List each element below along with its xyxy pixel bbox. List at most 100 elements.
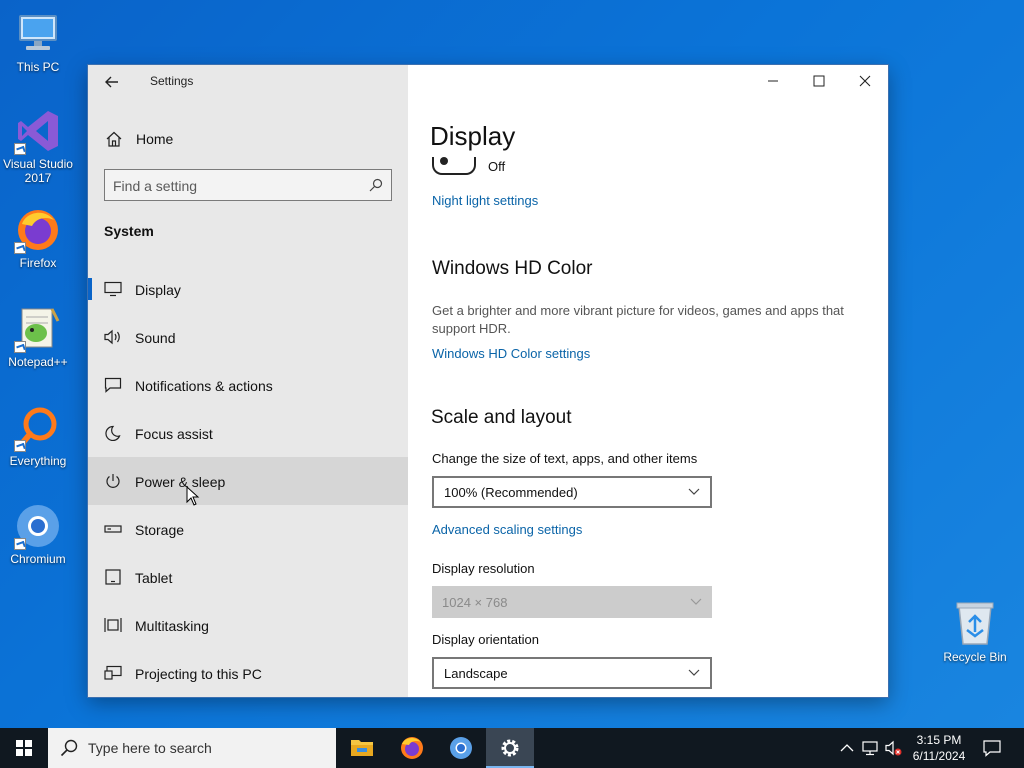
resolution-dropdown[interactable]: 1024 × 768	[432, 586, 712, 618]
scale-label: Change the size of text, apps, and other…	[432, 451, 698, 466]
search-icon[interactable]	[369, 178, 383, 192]
clock-date: 6/11/2024	[912, 749, 966, 763]
recycle-bin-icon	[953, 600, 997, 646]
sidebar-item-multitasking[interactable]: Multitasking	[88, 601, 408, 649]
monitor-icon	[104, 281, 122, 297]
desktop-icon-label: Chromium	[10, 552, 66, 566]
network-icon[interactable]	[861, 739, 879, 757]
storage-icon	[104, 525, 122, 533]
tablet-icon	[105, 569, 121, 585]
find-setting-input[interactable]	[113, 176, 363, 196]
sidebar-item-label: Notifications & actions	[135, 378, 273, 394]
taskbar-chromium[interactable]	[437, 728, 485, 768]
taskbar: Type here to search 3:15 PM 6/11/2024	[0, 728, 1024, 768]
desktop-icon-label: Notepad++	[8, 355, 68, 369]
taskbar-settings[interactable]	[486, 728, 534, 768]
sidebar-item-storage[interactable]: Storage	[88, 505, 408, 553]
home-icon	[106, 131, 122, 147]
settings-window: Settings Home System Display	[88, 65, 888, 697]
projector-icon	[104, 665, 122, 680]
desktop-icon-label: Visual Studio 2017	[3, 157, 73, 185]
resolution-label: Display resolution	[432, 561, 535, 576]
taskbar-firefox[interactable]	[388, 728, 436, 768]
windows-logo-icon	[16, 740, 32, 756]
sidebar-item-label: Multitasking	[135, 618, 209, 634]
notification-center-icon[interactable]	[982, 738, 1002, 758]
sidebar-item-display[interactable]: Display	[88, 265, 408, 313]
minimize-button[interactable]	[750, 65, 796, 97]
shortcut-arrow-icon	[14, 538, 26, 550]
sidebar-item-projecting[interactable]: Projecting to this PC	[88, 649, 408, 697]
desktop-icon-this-pc[interactable]: This PC	[0, 10, 76, 74]
shortcut-arrow-icon	[14, 143, 26, 155]
night-light-settings-link[interactable]: Night light settings	[432, 193, 538, 208]
firefox-icon	[14, 206, 62, 254]
taskbar-search[interactable]: Type here to search	[48, 728, 336, 768]
window-title: Settings	[150, 74, 194, 88]
desktop-icon-firefox[interactable]: Firefox	[0, 206, 76, 270]
page-title: Display	[430, 121, 516, 151]
chevron-up-icon[interactable]	[838, 739, 856, 757]
system-clock[interactable]: 3:15 PM 6/11/2024	[904, 732, 974, 764]
orientation-dropdown[interactable]: Landscape	[432, 657, 712, 689]
folder-icon	[351, 740, 373, 756]
arrow-left-icon	[105, 76, 118, 88]
desktop-icon-label: Firefox	[19, 256, 57, 270]
sidebar-item-sound[interactable]: Sound	[88, 313, 408, 361]
desktop-icon-label: This PC	[16, 60, 60, 74]
sidebar-nav: Display Sound Notifications & actions Fo…	[88, 265, 408, 697]
sidebar-item-label: Storage	[135, 522, 185, 538]
sidebar-item-notifications[interactable]: Notifications & actions	[88, 361, 408, 409]
sidebar: Settings Home System Display	[88, 65, 408, 697]
sidebar-item-power-sleep[interactable]: Power & sleep	[88, 457, 408, 505]
shortcut-arrow-icon	[14, 242, 26, 254]
scale-value: 100% (Recommended)	[444, 485, 578, 500]
taskbar-file-explorer[interactable]	[338, 728, 386, 768]
taskbar-search-placeholder: Type here to search	[88, 740, 212, 756]
volume-muted-icon[interactable]	[884, 739, 902, 757]
sidebar-item-label: Home	[136, 131, 174, 147]
shortcut-arrow-icon	[14, 440, 26, 452]
sidebar-item-label: Projecting to this PC	[135, 666, 262, 682]
power-icon	[106, 474, 120, 488]
close-button[interactable]	[842, 65, 888, 97]
desktop-icon-label: Everything	[9, 454, 67, 468]
notepadpp-icon	[14, 305, 62, 353]
desktop-icon-notepadpp[interactable]: Notepad++	[0, 305, 76, 369]
title-bar: Settings	[88, 65, 408, 99]
mouse-cursor-icon	[186, 486, 200, 506]
content-pane: Display Off Night light settings Windows…	[408, 65, 888, 697]
start-button[interactable]	[0, 728, 48, 768]
sidebar-item-home[interactable]: Home	[104, 127, 394, 151]
scale-layout-heading: Scale and layout	[431, 407, 572, 428]
maximize-icon	[813, 75, 825, 87]
desktop-icon-chromium[interactable]: Chromium	[0, 502, 76, 566]
night-light-state: Off	[488, 159, 506, 174]
hd-color-settings-link[interactable]: Windows HD Color settings	[432, 346, 590, 361]
sidebar-item-label: Sound	[135, 330, 176, 346]
multitask-icon	[104, 618, 122, 632]
resolution-value: 1024 × 768	[442, 595, 508, 610]
firefox-icon	[401, 737, 423, 759]
advanced-scaling-link[interactable]: Advanced scaling settings	[432, 522, 582, 537]
chromium-icon	[450, 737, 472, 759]
maximize-button[interactable]	[796, 65, 842, 97]
desktop-icon-visual-studio[interactable]: Visual Studio 2017	[0, 107, 76, 185]
shortcut-arrow-icon	[14, 341, 26, 353]
desktop-icon-everything[interactable]: Everything	[0, 404, 76, 468]
chromium-icon	[14, 502, 62, 550]
search-icon	[60, 739, 78, 757]
computer-icon	[14, 10, 62, 58]
chevron-down-icon	[688, 488, 700, 495]
hd-color-heading: Windows HD Color	[432, 258, 593, 279]
back-button[interactable]	[100, 71, 124, 93]
sidebar-item-focus-assist[interactable]: Focus assist	[88, 409, 408, 457]
desktop-icon-recycle-bin[interactable]: Recycle Bin	[940, 600, 1010, 664]
hd-color-description: Get a brighter and more vibrant picture …	[432, 303, 844, 336]
speaker-icon	[104, 329, 120, 345]
moon-icon	[105, 425, 121, 441]
scale-dropdown[interactable]: 100% (Recommended)	[432, 476, 712, 508]
night-light-toggle[interactable]	[432, 157, 476, 175]
sidebar-item-tablet[interactable]: Tablet	[88, 553, 408, 601]
sidebar-item-label: Tablet	[135, 570, 173, 586]
